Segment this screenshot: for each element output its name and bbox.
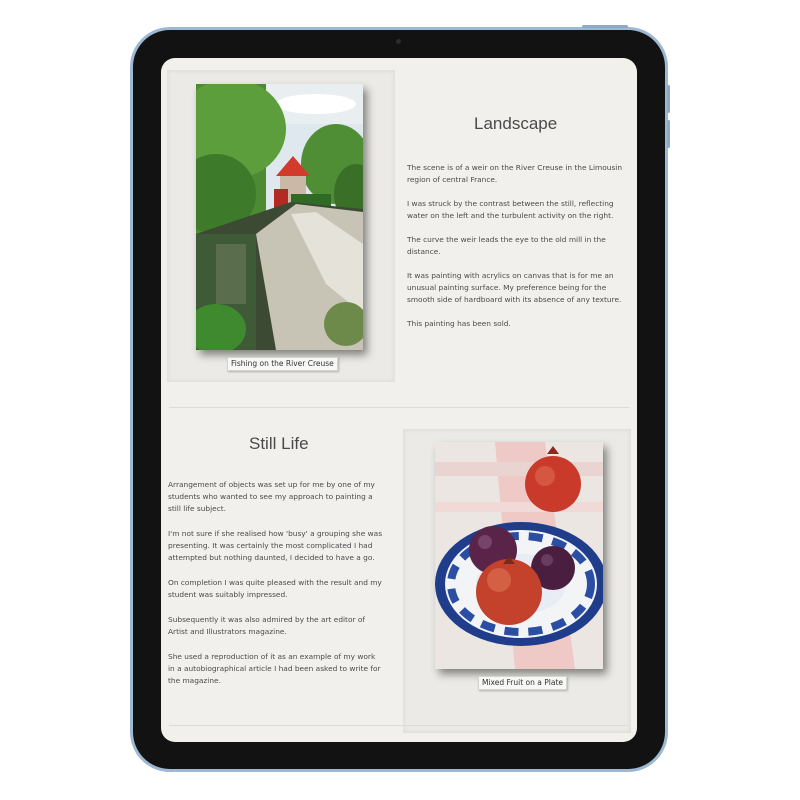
landscape-section: Fishing on the River Creuse Landscape Th… xyxy=(161,58,637,407)
paragraph: I'm not sure if she realised how 'busy' … xyxy=(168,529,383,562)
volume-down-button xyxy=(667,120,670,148)
section-divider xyxy=(169,725,629,726)
landscape-painting[interactable] xyxy=(196,84,363,350)
paragraph: Arrangement of objects was set up for me… xyxy=(168,480,375,513)
power-button xyxy=(582,25,628,28)
section-title: Still Life xyxy=(249,434,309,453)
painting-caption: Mixed Fruit on a Plate xyxy=(478,676,567,690)
volume-up-button xyxy=(667,85,670,113)
paragraph: She used a reproduction of it as an exam… xyxy=(168,652,381,685)
painting-caption: Fishing on the River Creuse xyxy=(227,357,338,371)
paragraph: It was painting with acrylics on canvas … xyxy=(407,271,622,304)
still-life-section: Still Life Arrangement of objects was se… xyxy=(161,407,637,742)
paragraph: This painting has been sold. xyxy=(407,319,511,328)
paragraph: On completion I was quite pleased with t… xyxy=(168,578,382,599)
paragraph: Subsequently it was also admired by the … xyxy=(168,615,365,636)
paragraph: I was struck by the contrast between the… xyxy=(407,199,614,220)
still-life-painting[interactable] xyxy=(435,442,603,669)
paragraph: The curve the weir leads the eye to the … xyxy=(407,235,606,256)
camera-icon xyxy=(396,39,401,44)
web-page: Fishing on the River Creuse Landscape Th… xyxy=(161,58,637,742)
paragraph: The scene is of a weir on the River Creu… xyxy=(407,163,623,184)
section-title: Landscape xyxy=(474,114,558,133)
